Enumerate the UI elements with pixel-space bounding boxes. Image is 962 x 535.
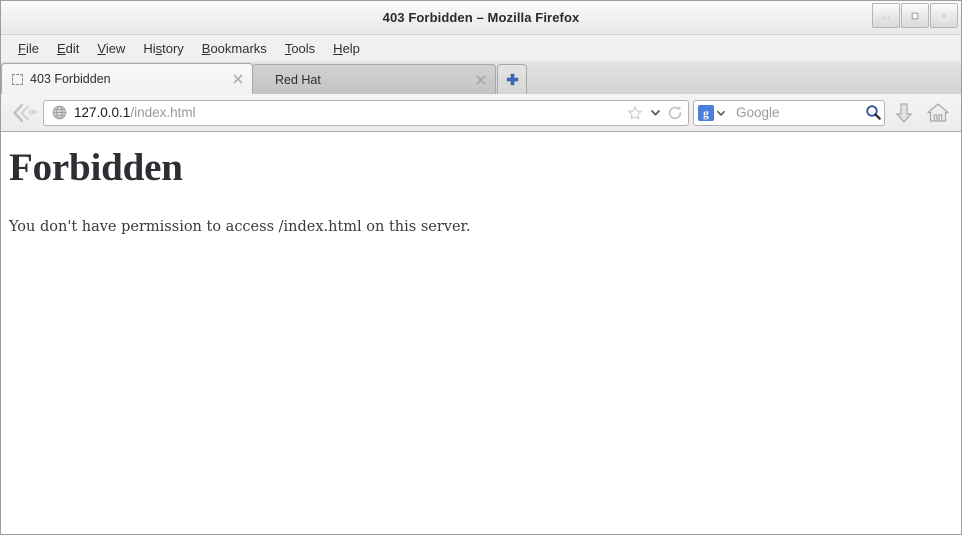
menu-help-post: elp [342, 40, 360, 56]
home-button[interactable] [921, 99, 955, 127]
tab-label: 403 Forbidden [30, 72, 111, 86]
home-icon [927, 103, 949, 122]
menu-tools[interactable]: Tools [276, 39, 324, 58]
menu-edit-key: E [56, 40, 66, 56]
search-engine-selector[interactable]: g [698, 103, 728, 123]
search-magnifier-icon[interactable] [864, 103, 882, 123]
menu-tools-post: ools [291, 40, 316, 56]
menu-bar: File Edit View History Bookmarks Tools H… [1, 35, 961, 62]
google-logo-icon: g [698, 104, 714, 121]
download-arrow-icon [896, 102, 912, 123]
minimize-button[interactable] [872, 3, 900, 28]
globe-icon [50, 105, 68, 120]
tab-label: Red Hat [275, 72, 321, 87]
menu-view-post: iew [105, 40, 126, 56]
url-host: 127.0.0.1 [74, 105, 131, 120]
chevron-down-icon[interactable] [646, 103, 664, 123]
window-controls [872, 3, 958, 28]
url-bar-actions [626, 103, 686, 123]
plus-icon [506, 73, 518, 86]
menu-history-pre: Hi [143, 40, 156, 56]
tab-close-icon[interactable] [230, 71, 246, 87]
back-arrow-icon [13, 103, 38, 122]
chevron-down-icon[interactable] [714, 103, 728, 123]
title-bar: 403 Forbidden – Mozilla Firefox [1, 1, 961, 35]
navigation-toolbar: 127.0.0.1/index.html g Google [1, 94, 961, 132]
menu-file[interactable]: File [9, 39, 48, 58]
menu-history[interactable]: History [134, 39, 192, 58]
maximize-icon [911, 12, 919, 19]
url-bar[interactable]: 127.0.0.1/index.html [43, 99, 689, 126]
search-bar[interactable]: g Google [693, 99, 885, 126]
menu-bookmarks-post: ookmarks [210, 40, 267, 56]
placeholder-favicon-icon [10, 72, 24, 86]
menu-help[interactable]: Help [324, 39, 369, 58]
bookmark-star-icon[interactable] [626, 103, 644, 123]
tab-strip: 403 Forbidden Red Hat [1, 62, 961, 94]
url-text: 127.0.0.1/index.html [74, 105, 626, 120]
menu-bookmarks[interactable]: Bookmarks [193, 39, 276, 58]
close-icon [939, 11, 949, 20]
menu-file-post: ile [25, 40, 39, 56]
menu-help-key: H [333, 40, 343, 56]
back-forward-button[interactable] [7, 99, 41, 127]
minimize-icon [882, 16, 890, 19]
page-content: Forbidden You don't have permission to a… [1, 132, 961, 534]
maximize-button[interactable] [901, 3, 929, 28]
menu-edit[interactable]: Edit [48, 39, 88, 58]
menu-view-key: V [97, 40, 106, 56]
tab-403-forbidden[interactable]: 403 Forbidden [1, 63, 253, 94]
url-path: /index.html [130, 105, 196, 120]
firefox-window: 403 Forbidden – Mozilla Firefox File Edi… [0, 0, 962, 535]
window-title: 403 Forbidden – Mozilla Firefox [382, 10, 580, 25]
menu-view[interactable]: View [88, 39, 134, 58]
reload-icon[interactable] [666, 103, 684, 123]
menu-file-key: F [18, 40, 26, 56]
page-heading: Forbidden [9, 146, 183, 189]
close-button[interactable] [930, 3, 958, 28]
search-input-placeholder[interactable]: Google [728, 105, 864, 120]
tab-close-icon[interactable] [473, 72, 489, 88]
page-body-text: You don't have permission to access /ind… [9, 218, 471, 235]
menu-edit-post: dit [65, 40, 80, 56]
new-tab-button[interactable] [497, 64, 527, 94]
menu-history-post: tory [162, 40, 184, 56]
tab-red-hat[interactable]: Red Hat [252, 64, 496, 94]
downloads-button[interactable] [887, 99, 921, 127]
